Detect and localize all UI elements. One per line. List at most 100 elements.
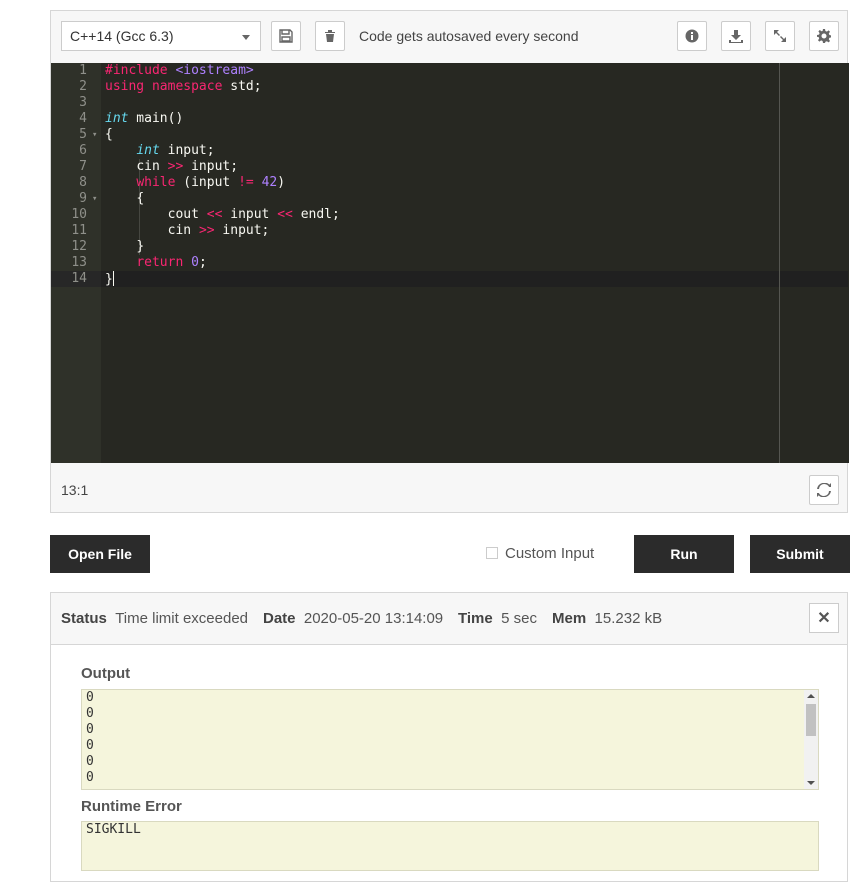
scroll-up-icon[interactable] (807, 694, 815, 698)
editor-statusbar: 13:1 (51, 463, 847, 513)
custom-input-label: Custom Input (505, 544, 595, 562)
date-label: Date (263, 610, 296, 627)
line-number: 9 (79, 191, 87, 206)
code-token: << (277, 207, 293, 222)
line-number: 1 (79, 63, 87, 78)
output-box[interactable]: 0 0 0 0 0 0 (81, 689, 819, 790)
line-number: 6 (79, 143, 87, 158)
language-select-value: C++14 (Gcc 6.3) (70, 28, 174, 44)
runtime-error-box[interactable]: SIGKILL (81, 821, 819, 871)
code-token: while (136, 175, 176, 190)
code-token: return (136, 255, 184, 270)
text-cursor (112, 271, 114, 286)
code-token: namespace (151, 79, 223, 94)
cursor-position: 13:1 (61, 482, 89, 498)
runtime-error-label: Runtime Error (81, 798, 182, 815)
output-line: 0 (86, 770, 94, 785)
result-panel: Status Time limit exceeded Date 2020-05-… (50, 592, 848, 882)
mem-field: Mem 15.232 kB (552, 610, 662, 627)
result-header: Status Time limit exceeded Date 2020-05-… (51, 593, 847, 645)
code-token: int (136, 143, 160, 158)
scroll-thumb[interactable] (806, 704, 816, 736)
fold-toggle-icon[interactable]: ▾ (92, 127, 97, 143)
output-line: 0 (86, 706, 94, 721)
close-result-button[interactable]: ✕ (809, 603, 839, 633)
refresh-icon (817, 483, 831, 497)
language-select[interactable]: C++14 (Gcc 6.3) (61, 21, 261, 51)
code-line: 2 using namespace std; (51, 79, 848, 95)
code-token: >> (198, 223, 215, 238)
code-token: <iostream> (175, 63, 254, 78)
date-value: 2020-05-20 13:14:09 (303, 610, 444, 627)
code-token: } (105, 272, 113, 287)
time-field: Time 5 sec (458, 610, 537, 627)
editor-panel: C++14 (Gcc 6.3) Code gets autosaved ever… (50, 10, 849, 513)
code-line: 3 (51, 95, 848, 111)
delete-button[interactable] (315, 21, 345, 51)
download-button[interactable] (721, 21, 751, 51)
scroll-down-icon[interactable] (807, 781, 815, 785)
save-button[interactable] (271, 21, 301, 51)
code-token: << (206, 207, 223, 222)
submit-button[interactable]: Submit (750, 535, 850, 573)
gear-icon (817, 29, 831, 43)
code-token: ) (277, 175, 286, 190)
output-line: 0 (86, 754, 94, 769)
line-number: 10 (71, 207, 87, 222)
output-line: 0 (86, 690, 94, 705)
code-editor[interactable]: 1 #include <iostream> 2 using namespace … (51, 63, 849, 463)
open-file-button[interactable]: Open File (50, 535, 150, 573)
caret-down-icon (242, 35, 250, 40)
code-token: cin (167, 223, 199, 238)
code-line: 12 } (51, 239, 848, 255)
info-button[interactable] (677, 21, 707, 51)
line-number: 7 (79, 159, 87, 174)
status-label: Status (61, 610, 107, 627)
settings-button[interactable] (809, 21, 839, 51)
close-icon: ✕ (817, 610, 831, 627)
code-token: { (136, 191, 145, 206)
save-icon (279, 29, 293, 43)
line-number: 14 (71, 271, 87, 286)
runtime-error-value: SIGKILL (86, 822, 141, 837)
code-token: input; (159, 143, 215, 158)
code-line: 1 #include <iostream> (51, 63, 848, 79)
line-number: 4 (79, 111, 87, 126)
code-line: 13 return 0; (51, 255, 848, 271)
custom-input-checkbox[interactable] (486, 547, 498, 559)
code-token: input; (183, 159, 239, 174)
code-line: 4 int main() (51, 111, 848, 127)
code-token: 0 (191, 255, 199, 270)
time-label: Time (458, 610, 493, 627)
output-line: 0 (86, 738, 94, 753)
line-number: 5 (79, 127, 87, 142)
line-number: 11 (71, 223, 87, 238)
line-number: 8 (79, 175, 87, 190)
output-label: Output (81, 665, 131, 682)
fold-toggle-icon[interactable]: ▾ (92, 191, 97, 207)
download-icon (729, 30, 743, 43)
line-number: 13 (71, 255, 87, 270)
run-button[interactable]: Run (634, 535, 734, 573)
refresh-button[interactable] (809, 475, 839, 505)
date-field: Date 2020-05-20 13:14:09 (263, 610, 443, 627)
code-token: #include (105, 63, 168, 78)
code-token: input; (214, 223, 270, 238)
mem-value: 15.232 kB (594, 610, 663, 627)
output-scrollbar[interactable] (804, 690, 818, 789)
editor-toolbar: C++14 (Gcc 6.3) Code gets autosaved ever… (51, 11, 847, 63)
expand-icon (774, 30, 786, 42)
output-line: 0 (86, 722, 94, 737)
code-token: cin (136, 159, 168, 174)
custom-input-toggle[interactable]: Custom Input (486, 544, 594, 562)
code-line: 9 ▾ { (51, 191, 848, 207)
time-value: 5 sec (501, 610, 537, 627)
code-token: (input (175, 175, 239, 190)
info-icon (685, 29, 699, 43)
code-token: cout (167, 207, 207, 222)
mem-label: Mem (552, 610, 587, 627)
fullscreen-button[interactable] (765, 21, 795, 51)
code-token: endl; (292, 207, 340, 222)
